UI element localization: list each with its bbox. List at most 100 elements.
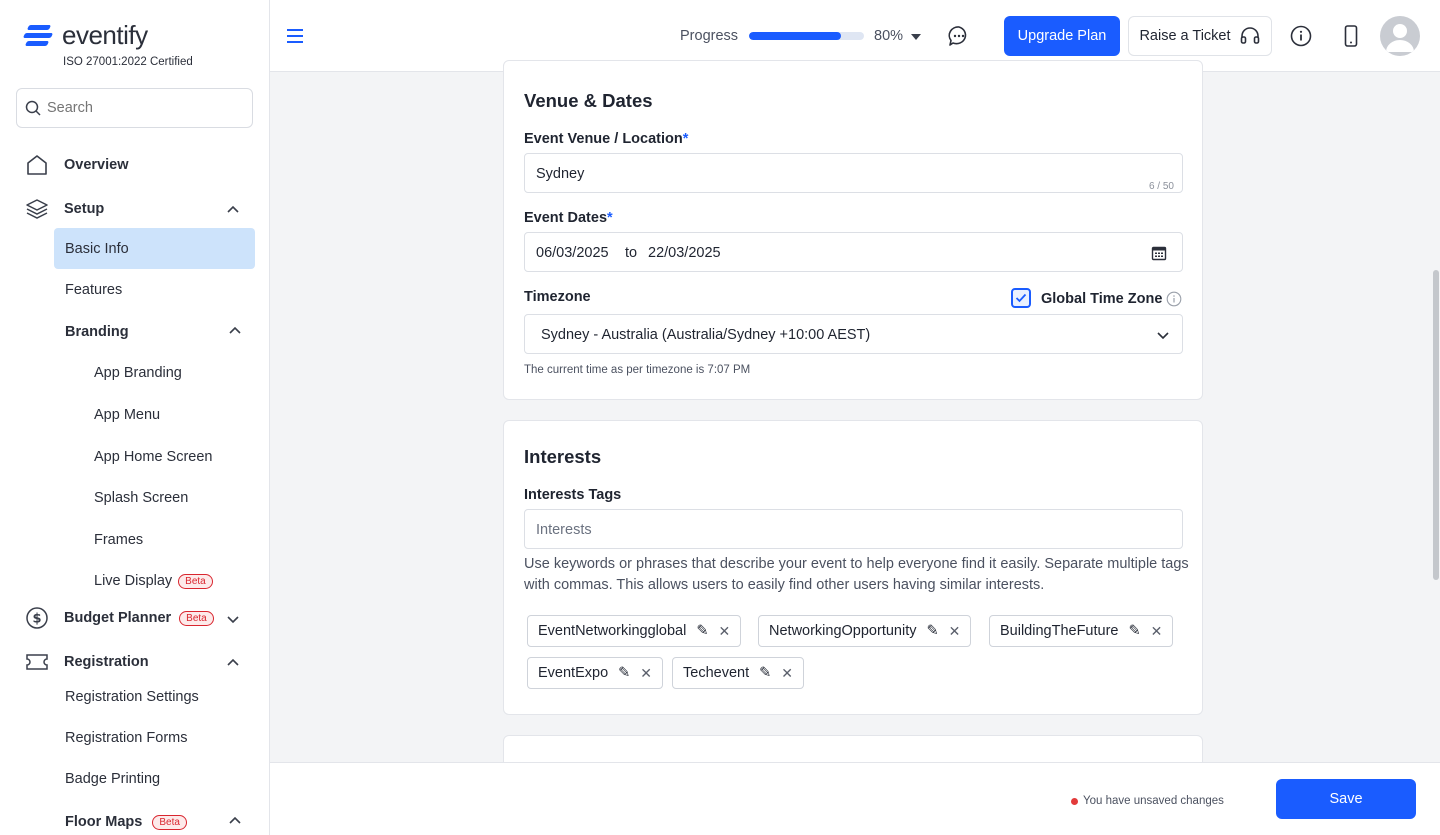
search-input[interactable] [47,100,237,116]
sidebar-item-label: Overview [64,157,129,173]
interests-title: Interests [524,446,602,467]
sidebar-item-registration-settings[interactable]: Registration Settings [65,689,199,705]
interest-tag[interactable]: Techevent ✎ ✕ [672,657,804,689]
chevron-up-icon[interactable] [226,203,240,217]
sidebar-item-features[interactable]: Features [65,282,122,298]
sidebar-item-app-menu[interactable]: App Menu [94,407,160,423]
beta-badge: Beta [152,814,187,830]
close-icon[interactable]: ✕ [718,623,730,640]
chevron-up-icon[interactable] [226,656,240,670]
timezone-select[interactable]: Sydney - Australia (Australia/Sydney +10… [524,314,1183,354]
pencil-icon[interactable]: ✎ [618,665,630,681]
sidebar-item-label: Setup [64,201,105,217]
date-range-separator: to [625,245,638,261]
interest-tag[interactable]: BuildingTheFuture ✎ ✕ [989,615,1174,647]
checkmark-icon [1015,293,1027,303]
close-icon[interactable]: ✕ [1151,623,1163,640]
end-date-value: 22/03/2025 [648,245,721,261]
sidebar-item-budget-planner[interactable]: $ Budget Planner Beta [24,605,214,631]
timezone-current-time: The current time as per timezone is 7:07… [524,364,751,376]
sidebar-item-app-home-screen[interactable]: App Home Screen [94,449,212,465]
sidebar-item-floor-maps[interactable]: Floor Maps Beta [65,814,187,830]
global-time-zone-label: Global Time Zone [1041,291,1163,307]
pencil-icon[interactable]: ✎ [927,623,939,639]
tag-label: BuildingTheFuture [1000,623,1119,639]
beta-badge: Beta [178,573,213,589]
required-mark: * [607,210,613,226]
event-dates-field[interactable]: 06/03/2025 to 22/03/2025 [524,232,1183,272]
tag-label: Techevent [683,665,750,681]
interests-tags-label: Interests Tags [524,487,622,503]
close-icon[interactable]: ✕ [781,665,793,682]
interest-tag[interactable]: EventNetworkingglobal ✎ ✕ [527,615,742,647]
beta-badge: Beta [179,610,214,626]
chat-bubble-icon[interactable] [947,24,971,48]
raise-ticket-button[interactable]: Raise a Ticket [1128,16,1272,56]
interest-tag[interactable]: EventExpo ✎ ✕ [527,657,664,689]
venue-location-field[interactable]: Sydney 6 / 50 [524,153,1183,193]
progress-bar-fill [749,32,841,40]
sidebar-item-overview[interactable]: Overview [24,152,129,178]
svg-text:$: $ [32,612,41,627]
sidebar-item-registration-forms[interactable]: Registration Forms [65,730,187,746]
global-time-zone-checkbox[interactable] [1011,288,1031,308]
sidebar-item-app-branding[interactable]: App Branding [94,365,182,381]
sidebar-item-label: Budget Planner [64,610,172,626]
sidebar-search[interactable] [16,88,253,128]
sidebar-item-label: Registration [64,654,149,670]
hamburger-menu-icon[interactable] [287,28,303,44]
sidebar-item-splash-screen[interactable]: Splash Screen [94,490,188,506]
certification-text: ISO 27001:2022 Certified [63,56,193,68]
ticket-icon [24,649,50,675]
sidebar-item-registration[interactable]: Registration [24,649,149,675]
brand-name: eventify [62,20,148,50]
chevron-up-icon[interactable] [228,324,242,338]
calendar-icon[interactable] [1151,245,1167,261]
brand-logo[interactable]: eventify [22,20,148,51]
pencil-icon[interactable]: ✎ [1129,623,1141,639]
eventify-logo-icon [22,21,54,51]
sidebar-item-basic-info[interactable]: Basic Info [65,241,129,257]
raise-ticket-label: Raise a Ticket [1139,28,1231,44]
sidebar-item-frames[interactable]: Frames [94,532,143,548]
close-icon[interactable]: ✕ [640,665,652,682]
save-button[interactable]: Save [1276,779,1416,819]
pencil-icon[interactable]: ✎ [759,665,771,681]
interests-card: Interests Interests Tags Interests Use k… [503,420,1203,715]
sidebar-item-live-display[interactable]: Live Display Beta [94,573,213,589]
venue-location-label-text: Event Venue / Location [524,131,683,147]
interests-help-text: Use keywords or phrases that describe yo… [524,556,1189,593]
tag-label: EventExpo [538,665,609,681]
layers-icon [24,196,50,222]
timezone-label: Timezone [524,289,591,305]
timezone-value: Sydney - Australia (Australia/Sydney +10… [541,327,871,343]
sidebar-item-branding[interactable]: Branding [65,324,129,340]
close-icon[interactable]: ✕ [949,623,961,640]
start-date-value: 06/03/2025 [536,245,609,261]
interest-tag[interactable]: NetworkingOpportunity ✎ ✕ [758,615,972,647]
info-icon[interactable] [1166,291,1182,307]
page-scrollbar[interactable] [1433,270,1439,580]
bottom-action-bar: You have unsaved changes Save [270,762,1440,835]
sidebar-item-setup[interactable]: Setup [24,196,104,222]
chevron-down-icon [1157,332,1169,340]
pencil-icon[interactable]: ✎ [696,623,708,639]
caret-down-icon[interactable] [911,34,921,40]
upgrade-plan-button[interactable]: Upgrade Plan [1004,16,1120,56]
mobile-phone-icon[interactable] [1342,24,1360,48]
sidebar: eventify ISO 27001:2022 Certified Overvi… [0,0,270,835]
tag-label: EventNetworkingglobal [538,623,687,639]
chevron-down-icon[interactable] [226,612,240,626]
tag-label: NetworkingOpportunity [769,623,917,639]
event-dates-label: Event Dates* [524,210,613,226]
venue-dates-card: Venue & Dates Event Venue / Location* Sy… [503,60,1203,400]
required-mark: * [682,131,689,147]
unsaved-dot [1071,797,1078,805]
sidebar-item-badge-printing[interactable]: Badge Printing [65,771,160,787]
chevron-up-icon[interactable] [228,814,242,828]
interests-input-field[interactable]: Interests [524,509,1183,549]
info-icon[interactable] [1290,25,1312,47]
sidebar-item-label: Floor Maps [65,814,143,830]
user-avatar[interactable] [1380,16,1420,56]
unsaved-changes-indicator: You have unsaved changes [1071,795,1224,807]
